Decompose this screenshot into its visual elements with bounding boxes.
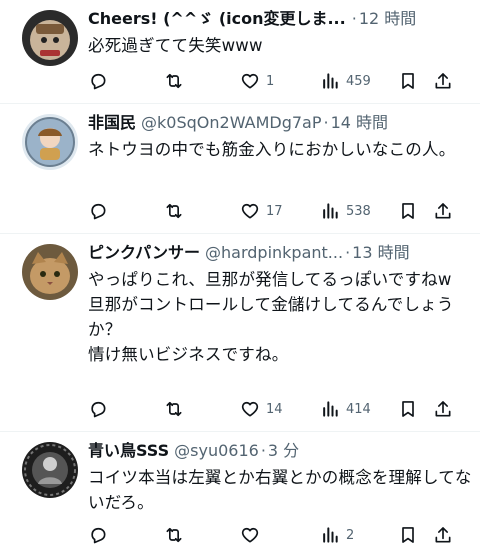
retweet-button[interactable] [164,71,190,91]
share-icon [435,73,451,89]
bookmark-button[interactable] [398,71,418,91]
reply-icon [91,73,106,90]
tweet-header: 青い鳥SSS @syu0616 · 3 分 [88,440,472,462]
views-count: 414 [346,401,371,417]
tweet-4[interactable]: 青い鳥SSS @syu0616 · 3 分 コイツ本当は左翼とか右翼とかの概念を… [0,432,480,557]
tweet-header: ピンクパンサー @hardpinkpant... · 13 時間 [88,242,472,264]
user-handle[interactable]: @hardpinkpant... [205,242,343,264]
avatar[interactable] [22,442,78,498]
avatar[interactable] [22,114,78,170]
views-button[interactable]: 538 [320,201,371,221]
tweet-header: Cheers! (^^ゞ (icon変更しま... · 12 時間 [88,8,472,30]
reply-icon [91,401,106,418]
separator-dot: · [260,441,266,460]
timestamp[interactable]: 13 時間 [352,242,409,264]
reply-button[interactable] [88,399,114,419]
like-icon [241,401,259,417]
retweet-button[interactable] [164,525,190,545]
tweet-actions: 14 414 [88,397,466,421]
bookmark-button[interactable] [398,201,418,221]
tweet-actions: 1 459 [88,69,466,93]
views-count: 2 [346,527,355,543]
views-icon [323,527,338,543]
like-button[interactable]: 17 [240,201,283,221]
tweet-3[interactable]: ピンクパンサー @hardpinkpant... · 13 時間 やっぱりこれ、… [0,234,480,432]
bookmark-icon [402,401,414,417]
reply-button[interactable] [88,525,114,545]
tweet-text: やっぱりこれ、旦那が発信してるっぽいですねw 旦那がコントロールして金儲けしてる… [88,270,454,364]
tweet-text: 必死過ぎてて失笑www [88,36,263,55]
separator-dot: · [323,113,329,132]
bookmark-icon [402,203,414,219]
share-button[interactable] [433,71,453,91]
retweet-button[interactable] [164,399,190,419]
bookmark-button[interactable] [398,525,418,545]
like-button[interactable]: 14 [240,399,283,419]
timestamp[interactable]: 14 時間 [331,112,388,134]
like-button[interactable]: 1 [240,71,274,91]
like-count: 17 [266,203,283,219]
tweet-actions: 2 [88,523,466,547]
reply-icon [91,203,106,220]
retweet-icon [166,401,182,417]
separator-dot: · [345,243,351,262]
bookmark-button[interactable] [398,399,418,419]
like-icon [241,203,259,219]
tweet-text: ネトウヨの中でも筋金入りにおかしいなこの人。 [88,140,456,159]
user-handle[interactable]: @syu0616 [174,440,259,462]
avatar[interactable] [22,10,78,66]
share-button[interactable] [433,525,453,545]
retweet-icon [166,203,182,219]
share-icon [435,203,451,219]
share-icon [435,401,451,417]
like-count: 14 [266,401,283,417]
reply-button[interactable] [88,71,114,91]
retweet-icon [166,527,182,543]
views-icon [323,73,338,89]
display-name[interactable]: ピンクパンサー [88,242,200,264]
views-icon [323,401,338,417]
avatar[interactable] [22,244,78,300]
reply-icon [91,527,106,544]
tweet-header: 非国民 @k0SqOn2WAMDg7aP · 14 時間 [88,112,472,134]
bookmark-icon [402,73,414,89]
like-icon [241,527,259,543]
share-button[interactable] [433,399,453,419]
like-count: 1 [266,73,275,89]
timestamp[interactable]: 12 時間 [359,8,416,30]
bookmark-icon [402,527,414,543]
reply-button[interactable] [88,201,114,221]
share-button[interactable] [433,201,453,221]
views-count: 459 [346,73,371,89]
tweet-actions: 17 538 [88,199,466,223]
like-icon [241,73,259,89]
user-handle[interactable]: @k0SqOn2WAMDg7aP [141,112,321,134]
views-button[interactable]: 2 [320,525,354,545]
timestamp[interactable]: 3 分 [268,440,299,462]
share-icon [435,527,451,543]
tweet-2[interactable]: 非国民 @k0SqOn2WAMDg7aP · 14 時間 ネトウヨの中でも筋金入… [0,104,480,234]
views-count: 538 [346,203,371,219]
tweet-1[interactable]: Cheers! (^^ゞ (icon変更しま... · 12 時間 必死過ぎてて… [0,0,480,104]
retweet-icon [166,73,182,89]
retweet-button[interactable] [164,201,190,221]
views-icon [323,203,338,219]
display-name[interactable]: 青い鳥SSS [88,440,169,462]
display-name[interactable]: Cheers! (^^ゞ (icon変更しま... [88,8,346,30]
separator-dot: · [351,9,357,28]
like-button[interactable] [240,525,266,545]
tweet-text: コイツ本当は左翼とか右翼とかの概念を理解してないだろ。 [88,468,472,512]
display-name[interactable]: 非国民 [88,112,136,134]
views-button[interactable]: 414 [320,399,371,419]
views-button[interactable]: 459 [320,71,371,91]
